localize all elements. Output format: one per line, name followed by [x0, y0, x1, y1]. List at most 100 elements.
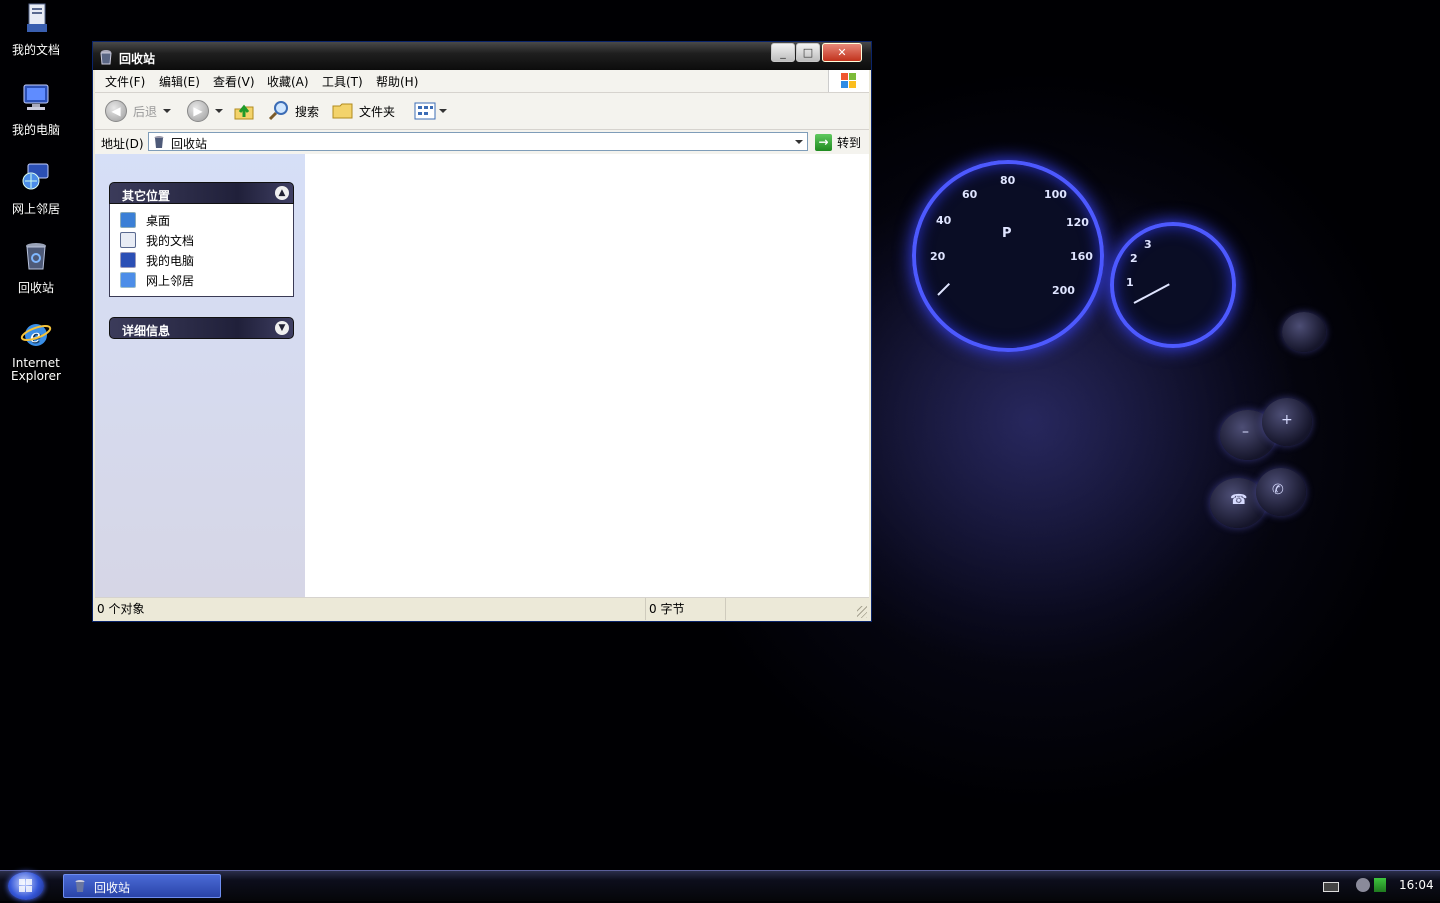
- chevron-down-icon[interactable]: [439, 109, 447, 113]
- close-button[interactable]: ✕: [822, 43, 862, 62]
- other-places-header[interactable]: 其它位置 ▲: [109, 182, 294, 204]
- file-list-area[interactable]: [305, 154, 869, 597]
- place-my-computer[interactable]: 我的电脑: [120, 250, 293, 270]
- recycle-bin-icon: [100, 50, 112, 65]
- place-label: 我的电脑: [146, 253, 195, 268]
- gauge-number: 120: [1066, 216, 1089, 229]
- gauge-needle: [1133, 283, 1170, 304]
- menu-favorites[interactable]: 收藏(A): [267, 73, 309, 90]
- address-value: 回收站: [171, 137, 208, 151]
- taskbar-item-label: 回收站: [94, 881, 131, 895]
- search-label: 搜索: [295, 104, 320, 119]
- taskbar-item-recycle-bin[interactable]: 回收站: [63, 874, 221, 898]
- network-tray-icon[interactable]: [1356, 878, 1370, 892]
- desktop-icon-label: Internet Explorer: [11, 356, 61, 383]
- gauge-number: 2: [1130, 252, 1138, 265]
- chevron-down-icon: [795, 139, 803, 144]
- address-dropdown[interactable]: [791, 133, 807, 150]
- computer-icon: [23, 84, 49, 110]
- desktop-icon: [120, 212, 136, 228]
- details-header[interactable]: 详细信息 ▼: [109, 317, 294, 339]
- gauge-number: 100: [1044, 188, 1067, 201]
- gauge-number: 20: [930, 250, 946, 263]
- desktop-icon-network[interactable]: 网上邻居: [4, 161, 68, 217]
- steering-button-call: ✆: [1256, 468, 1306, 516]
- menu-file[interactable]: 文件(F): [105, 73, 145, 90]
- folder-up-icon: [234, 104, 254, 120]
- status-object-count: 0 个对象: [95, 598, 646, 620]
- tachometer-gauge: 1 2 3: [1110, 222, 1236, 348]
- desktop-icon-my-computer[interactable]: 我的电脑: [4, 82, 68, 138]
- gauge-number: 60: [962, 188, 978, 201]
- start-button[interactable]: [8, 872, 44, 900]
- back-label: 后退: [133, 104, 158, 119]
- menu-help[interactable]: 帮助(H): [376, 73, 418, 90]
- internet-explorer-icon: e: [20, 324, 52, 347]
- gauge-center-label: P: [1002, 226, 1012, 241]
- status-bar: 0 个对象 0 字节: [95, 597, 869, 620]
- desktop-icon-internet-explorer[interactable]: e Internet Explorer: [4, 318, 68, 383]
- desktop-icon-my-documents[interactable]: 我的文档: [4, 2, 68, 58]
- address-input[interactable]: 回收站: [148, 132, 808, 151]
- views-button[interactable]: [413, 99, 447, 123]
- chevron-down-icon[interactable]: [215, 109, 223, 113]
- taskbar: 回收站 16:04: [0, 870, 1440, 901]
- minimize-button[interactable]: _: [771, 43, 795, 62]
- folders-button[interactable]: 文件夹: [331, 99, 395, 123]
- place-network[interactable]: 网上邻居: [120, 270, 293, 290]
- other-places-panel: 其它位置 ▲ 桌面 我的文档 我的电脑 网上邻居: [109, 182, 294, 297]
- recycle-bin-icon: [154, 136, 164, 148]
- desktop-icon-label: 我的电脑: [11, 123, 60, 137]
- menu-tools[interactable]: 工具(T): [322, 73, 363, 90]
- chevron-up-icon[interactable]: ▲: [275, 186, 289, 200]
- go-button[interactable]: → 转到: [815, 132, 861, 152]
- gauge-number: 80: [1000, 174, 1016, 187]
- views-icon: [414, 102, 436, 120]
- gauge-needle: [937, 282, 951, 296]
- menu-view[interactable]: 查看(V): [213, 73, 255, 90]
- address-label: 地址(D): [101, 137, 144, 151]
- place-label: 桌面: [146, 213, 171, 228]
- desktop-icon-label: 网上邻居: [11, 202, 60, 216]
- computer-icon: [120, 252, 136, 268]
- gauge-number: 3: [1144, 238, 1152, 251]
- title-bar[interactable]: 回收站 _ □ ✕: [93, 42, 871, 70]
- back-button[interactable]: ◀ 后退: [105, 99, 172, 123]
- menu-edit[interactable]: 编辑(E): [159, 73, 200, 90]
- up-folder-button[interactable]: [233, 99, 255, 123]
- task-pane: 其它位置 ▲ 桌面 我的文档 我的电脑 网上邻居 详细信息 ▼: [95, 154, 305, 597]
- place-desktop[interactable]: 桌面: [120, 210, 293, 230]
- maximize-button[interactable]: □: [796, 43, 820, 62]
- resize-grip[interactable]: [857, 606, 867, 618]
- volume-tray-icon[interactable]: [1374, 878, 1386, 892]
- status-size: 0 字节: [647, 598, 726, 620]
- go-arrow-icon: →: [815, 133, 832, 151]
- menu-bar: 文件(F) 编辑(E) 查看(V) 收藏(A) 工具(T) 帮助(H): [95, 70, 869, 93]
- place-my-documents[interactable]: 我的文档: [120, 230, 293, 250]
- documents-icon: [120, 232, 136, 248]
- network-icon: [22, 163, 49, 190]
- chevron-down-icon[interactable]: ▼: [275, 321, 289, 335]
- network-icon: [120, 272, 136, 288]
- window-title: 回收站: [119, 52, 156, 66]
- windows-logo-icon: [19, 879, 32, 892]
- gauge-number: 200: [1052, 284, 1075, 297]
- other-places-list: 桌面 我的文档 我的电脑 网上邻居: [109, 204, 294, 297]
- search-button[interactable]: 搜索: [267, 99, 319, 123]
- speedometer-gauge: 20 40 60 80 100 120 160 200 P: [912, 160, 1104, 352]
- recycle-bin-icon: [26, 243, 46, 270]
- recycle-bin-icon: [75, 880, 85, 892]
- toolbar: ◀ 后退 ▶ 搜索 文件夹: [95, 93, 869, 130]
- gauge-number: 1: [1126, 276, 1134, 289]
- folders-label: 文件夹: [359, 104, 396, 119]
- other-places-title: 其它位置: [122, 189, 171, 203]
- forward-arrow-icon: ▶: [187, 100, 209, 122]
- go-label: 转到: [837, 135, 862, 150]
- keyboard-icon[interactable]: [1323, 882, 1339, 892]
- chevron-down-icon[interactable]: [163, 109, 172, 113]
- forward-button[interactable]: ▶: [187, 99, 223, 123]
- gauge-number: 160: [1070, 250, 1093, 263]
- clock: 16:04: [1399, 878, 1434, 892]
- recycle-bin-window: 回收站 _ □ ✕ 文件(F) 编辑(E) 查看(V) 收藏(A) 工具(T) …: [92, 41, 872, 622]
- desktop-icon-recycle-bin[interactable]: 回收站: [4, 240, 68, 296]
